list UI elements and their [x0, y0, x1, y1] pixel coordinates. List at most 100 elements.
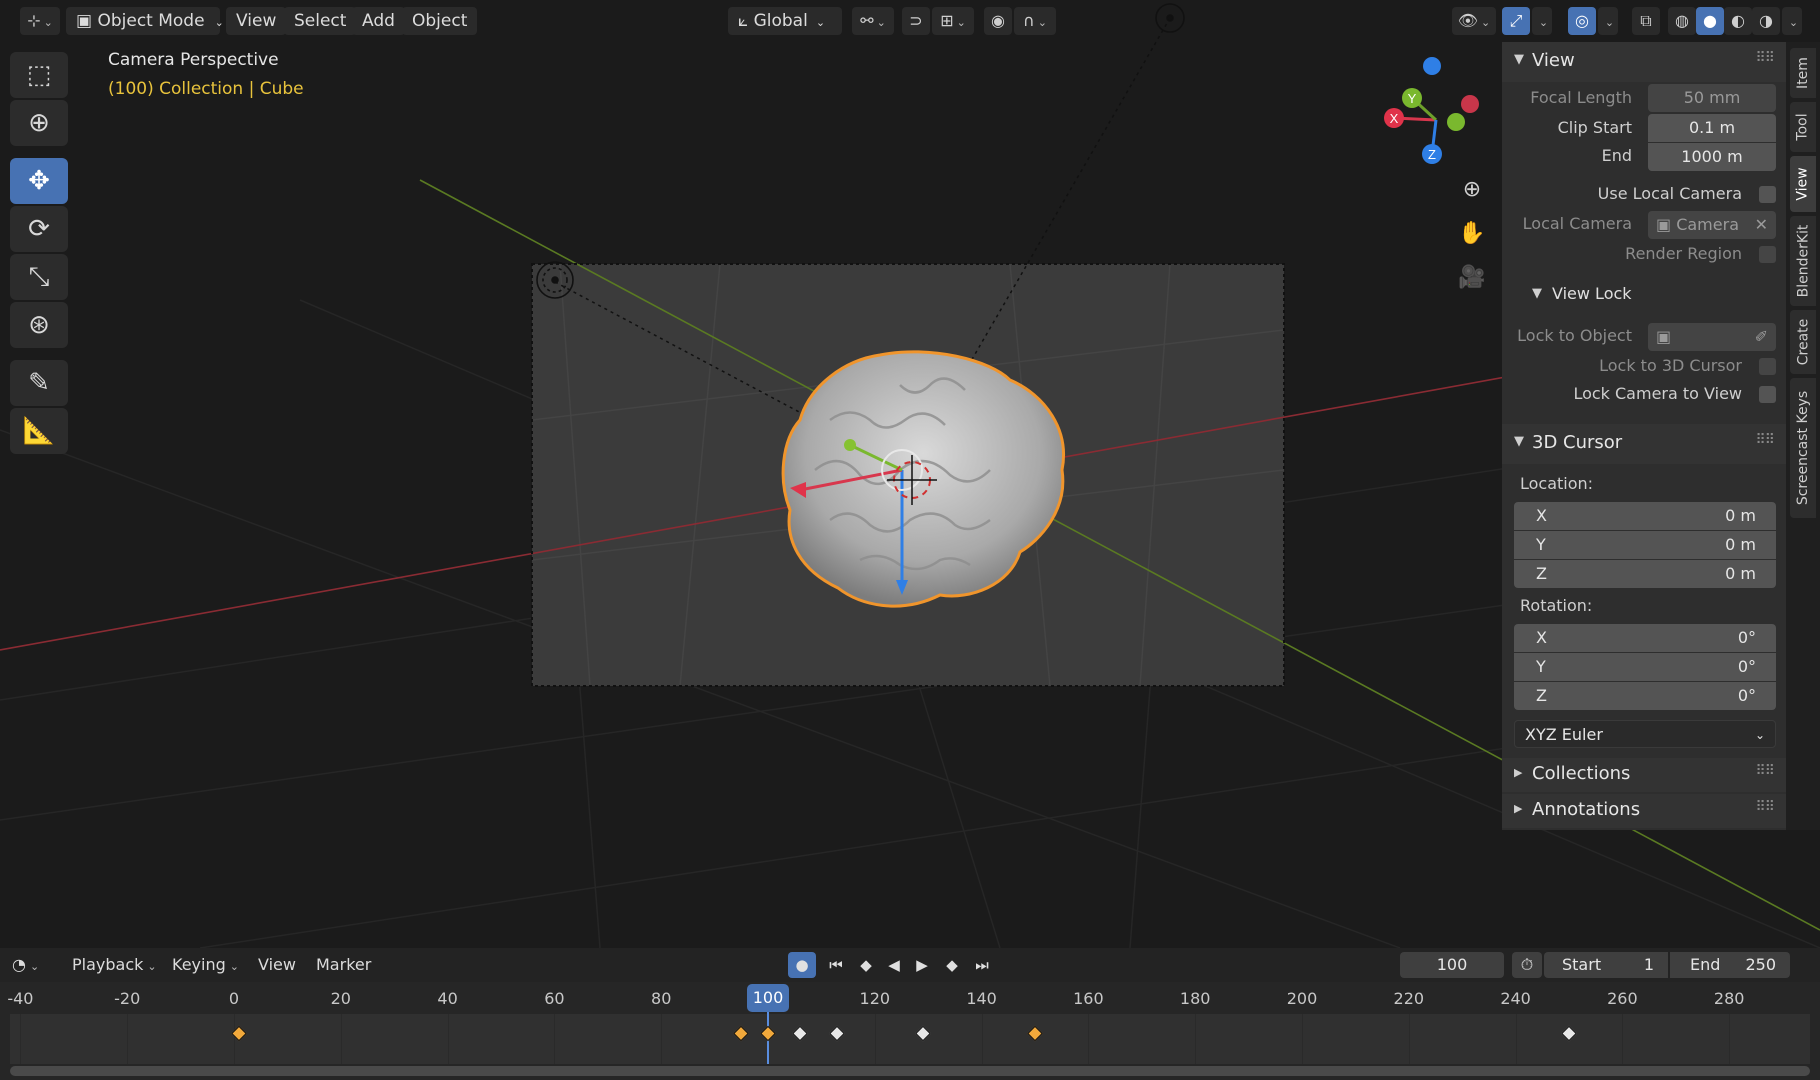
collapse-down-icon: ▼	[1514, 52, 1524, 67]
clip-end-field[interactable]: 1000 m	[1648, 143, 1776, 171]
view-section-header[interactable]: ▼ View ⠿⠿	[1502, 42, 1786, 82]
rotation-mode-dropdown[interactable]: XYZ Euler ⌄	[1514, 720, 1776, 748]
visibility-icon[interactable]: 👁 ⌄	[1452, 7, 1496, 35]
drag-grip-icon[interactable]: ⠿⠿	[1755, 50, 1774, 66]
axis-label: Z	[1536, 564, 1547, 583]
drag-grip-icon[interactable]: ⠿⠿	[1755, 763, 1774, 779]
material-shading-icon[interactable]: ◐	[1724, 7, 1752, 35]
eyedropper-icon[interactable]: ✐	[1755, 323, 1768, 351]
frame-gridline	[1302, 1014, 1303, 1064]
menu-add[interactable]: Add	[352, 7, 405, 35]
start-frame-field[interactable]: Start 1	[1544, 952, 1668, 978]
playhead-frame[interactable]: 100	[747, 984, 789, 1012]
zoom-icon[interactable]: ⊕	[1454, 172, 1490, 208]
tab-item[interactable]: Item	[1790, 48, 1816, 98]
wireframe-shading-icon[interactable]: ◍	[1668, 7, 1696, 35]
transform-tool-icon[interactable]: ⊛	[10, 302, 68, 348]
next-keyframe-icon[interactable]: ◆	[938, 952, 966, 978]
shading-dropdown-icon[interactable]: ⌄	[1782, 7, 1802, 35]
frame-ruler[interactable]: -40 -20 0 20 40 60 80 100 120 140 160 180 200 220 240 2…	[0, 982, 1820, 1014]
tab-label: Item	[1795, 57, 1811, 89]
xray-icon[interactable]: ⧉	[1632, 7, 1660, 35]
tab-create[interactable]: Create	[1790, 310, 1816, 374]
drag-grip-icon[interactable]: ⠿⠿	[1755, 432, 1774, 448]
keying-menu[interactable]: Keying ⌄	[172, 952, 239, 978]
timeline-header: ◔ ⌄ Playback ⌄ Keying ⌄ View Marker ● ⏮ ◆ ◀…	[0, 948, 1820, 982]
annotate-tool-icon[interactable]: ✎	[10, 360, 68, 406]
navigation-gizmo[interactable]: X Y Z	[1376, 50, 1496, 170]
clear-icon[interactable]: ✕	[1755, 211, 1768, 239]
clip-start-field[interactable]: 0.1 m	[1648, 114, 1776, 142]
cursor-tool-icon[interactable]: ⊕	[10, 100, 68, 146]
camera-view-icon[interactable]: 🎥	[1454, 260, 1490, 296]
end-frame-field[interactable]: End 250	[1670, 952, 1790, 978]
prev-keyframe-icon[interactable]: ◆	[852, 952, 880, 978]
location-y-field[interactable]: Y 0 m	[1514, 531, 1776, 559]
collections-title: Collections	[1532, 763, 1631, 784]
cursor-section-header[interactable]: ▼ 3D Cursor ⠿⠿	[1502, 424, 1786, 464]
drag-grip-icon[interactable]: ⠿⠿	[1755, 799, 1774, 815]
mode-selector[interactable]: ▣ Object Mode ⌄	[66, 7, 224, 35]
local-camera-label: Local Camera	[1522, 214, 1632, 233]
play-reverse-icon[interactable]: ◀	[880, 952, 908, 978]
tab-tool[interactable]: Tool	[1790, 102, 1816, 152]
keyframe-track[interactable]	[10, 1014, 1810, 1064]
rotate-tool-icon[interactable]: ⟳	[10, 206, 68, 252]
overlay-toggle-icon[interactable]: ◎	[1568, 7, 1596, 35]
menu-view[interactable]: View	[226, 7, 287, 35]
collections-section-header[interactable]: ▶ Collections ⠿⠿	[1502, 758, 1786, 792]
timeline-scrollbar[interactable]	[10, 1066, 1810, 1076]
collapse-down-icon[interactable]: ▼	[1532, 286, 1542, 301]
tab-blenderkit[interactable]: BlenderKit	[1790, 216, 1816, 306]
rotation-y-field[interactable]: Y 0°	[1514, 653, 1776, 681]
local-camera-field[interactable]: ▣ Camera ✕	[1648, 211, 1776, 239]
end-label: End	[1690, 955, 1721, 974]
snap-icon[interactable]: ⊃	[902, 7, 930, 35]
play-icon[interactable]: ▶	[908, 952, 936, 978]
scale-tool-icon[interactable]: ⤡	[10, 254, 68, 300]
use-local-camera-checkbox[interactable]	[1759, 186, 1776, 203]
solid-shading-icon[interactable]: ●	[1696, 7, 1724, 35]
frame-tick-label: -20	[114, 989, 141, 1008]
playback-menu[interactable]: Playback ⌄	[72, 952, 157, 978]
select-box-icon[interactable]: ⬚	[10, 52, 68, 98]
measure-tool-icon[interactable]: 📐	[10, 408, 68, 454]
menu-object[interactable]: Object	[402, 7, 478, 35]
record-icon[interactable]: ●	[788, 952, 816, 978]
rotation-z-field[interactable]: Z 0°	[1514, 682, 1776, 710]
tab-view[interactable]: View	[1790, 156, 1816, 212]
current-frame-field[interactable]: 100	[1400, 952, 1504, 978]
overlay-dropdown-icon[interactable]: ⌄	[1598, 7, 1618, 35]
editor-type-clock-icon[interactable]: ◔ ⌄	[12, 952, 52, 978]
menu-select[interactable]: Select	[284, 7, 357, 35]
lock-camera-checkbox[interactable]	[1759, 386, 1776, 403]
stopwatch-icon[interactable]: ⏱	[1512, 952, 1542, 978]
pan-hand-icon[interactable]: ✋	[1454, 216, 1490, 252]
location-z-field[interactable]: Z 0 m	[1514, 560, 1776, 588]
gizmo-toggle-icon[interactable]: ⤢	[1502, 7, 1530, 35]
focal-length-field[interactable]: 50 mm	[1648, 84, 1776, 112]
marker-menu[interactable]: Marker	[316, 952, 371, 978]
rendered-shading-icon[interactable]: ◑	[1752, 7, 1780, 35]
jump-end-icon[interactable]: ⏭	[968, 952, 996, 978]
transform-orientation[interactable]: ⟀ Global ⌄	[728, 7, 842, 35]
tab-screencast-keys[interactable]: Screencast Keys	[1790, 378, 1816, 518]
annotations-section-header[interactable]: ▶ Annotations ⠿⠿	[1502, 794, 1786, 828]
proportional-edit-icon[interactable]: ◉	[984, 7, 1012, 35]
tab-label: BlenderKit	[1795, 224, 1812, 298]
pivot-icon[interactable]: ⚯ ⌄	[852, 7, 894, 35]
gizmo-dropdown-icon[interactable]: ⌄	[1532, 7, 1552, 35]
render-region-checkbox[interactable]	[1759, 246, 1776, 263]
snap-target-icon[interactable]: ⊞ ⌄	[932, 7, 974, 35]
lock-to-cursor-checkbox[interactable]	[1759, 358, 1776, 375]
view-lock-title[interactable]: View Lock	[1552, 284, 1632, 303]
editor-type-icon[interactable]: ⊹ ⌄	[20, 7, 60, 35]
location-x-field[interactable]: X 0 m	[1514, 502, 1776, 530]
rotation-x-field[interactable]: X 0°	[1514, 624, 1776, 652]
jump-start-icon[interactable]: ⏮	[822, 952, 850, 978]
lock-object-field[interactable]: ▣ ✐	[1648, 323, 1776, 351]
move-tool-icon[interactable]: ✥	[10, 158, 68, 204]
axis-label: Y	[1536, 657, 1546, 676]
timeline-view-menu[interactable]: View	[258, 952, 296, 978]
falloff-icon[interactable]: ∩ ⌄	[1014, 7, 1056, 35]
